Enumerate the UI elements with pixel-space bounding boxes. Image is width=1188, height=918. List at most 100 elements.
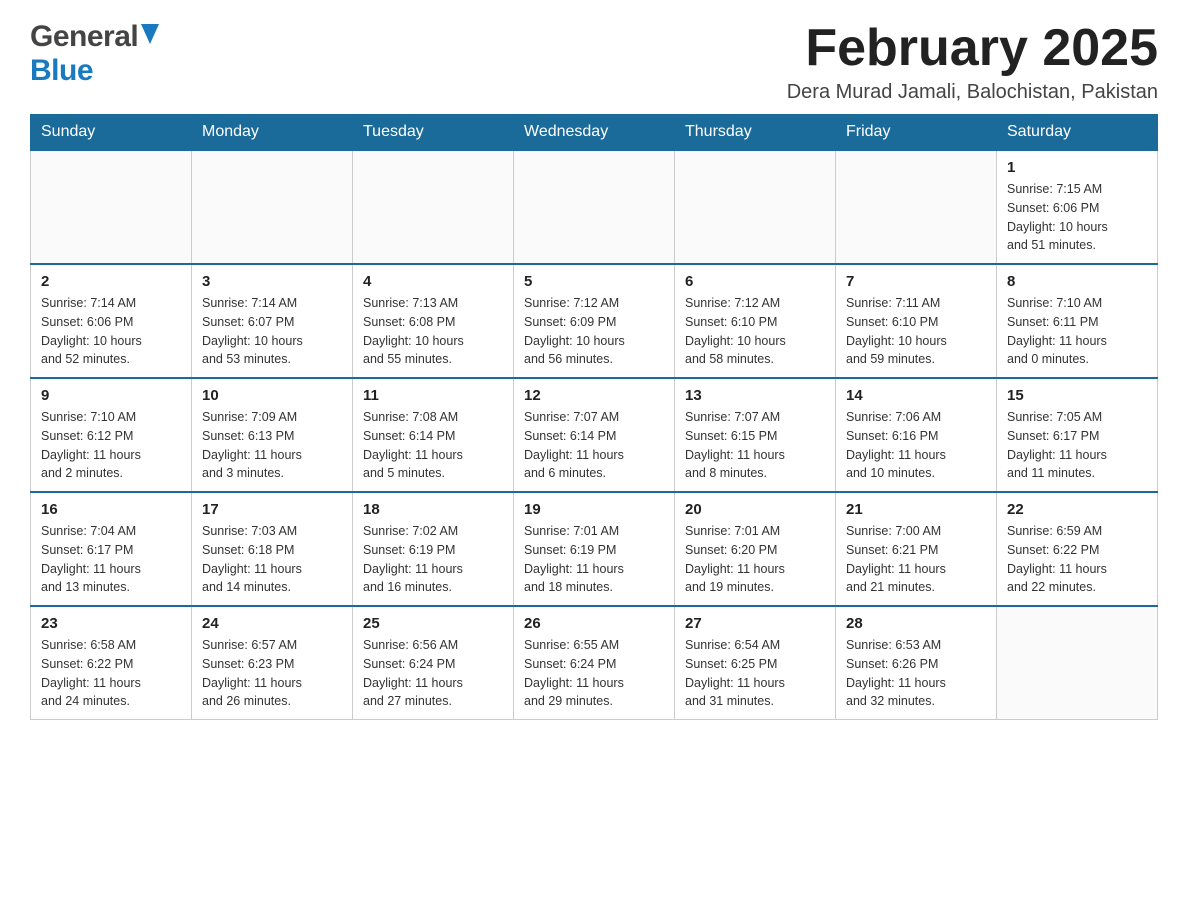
logo-blue: Blue: [30, 54, 93, 87]
day-info: Sunrise: 6:56 AM Sunset: 6:24 PM Dayligh…: [363, 636, 503, 711]
table-row: 12 Sunrise: 7:07 AM Sunset: 6:14 PM Dayli…: [514, 378, 675, 492]
day-number: 26: [524, 615, 664, 632]
table-row: [997, 606, 1158, 720]
day-number: 1: [1007, 159, 1147, 176]
table-row: 20Sunrise: 7:01 AM Sunset: 6:20 PM Dayli…: [675, 492, 836, 606]
header-wednesday: Wednesday: [514, 115, 675, 151]
calendar-week-row: 23 Sunrise: 6:58 AM Sunset: 6:22 PM Dayli…: [31, 606, 1158, 720]
day-number: 19: [524, 501, 664, 518]
day-info: Sunrise: 7:12 AM Sunset: 6:09 PM Dayligh…: [524, 294, 664, 369]
day-info: Sunrise: 7:10 AM Sunset: 6:11 PM Dayligh…: [1007, 294, 1147, 369]
day-info: Sunrise: 7:06 AM Sunset: 6:16 PM Dayligh…: [846, 408, 986, 483]
day-info: Sunrise: 7:07 AM Sunset: 6:15 PM Dayligh…: [685, 408, 825, 483]
day-number: 18: [363, 501, 503, 518]
day-number: 14: [846, 387, 986, 404]
day-info: Sunrise: 7:12 AM Sunset: 6:10 PM Dayligh…: [685, 294, 825, 369]
day-info: Sunrise: 7:07 AM Sunset: 6:14 PM Dayligh…: [524, 408, 664, 483]
table-row: 9Sunrise: 7:10 AM Sunset: 6:12 PM Daylig…: [31, 378, 192, 492]
day-number: 12: [524, 387, 664, 404]
calendar-table: Sunday Monday Tuesday Wednesday Thursday…: [30, 114, 1158, 720]
day-number: 3: [202, 273, 342, 290]
table-row: 21Sunrise: 7:00 AM Sunset: 6:21 PM Dayli…: [836, 492, 997, 606]
day-number: 28: [846, 615, 986, 632]
table-row: 26 Sunrise: 6:55 AM Sunset: 6:24 PM Dayli…: [514, 606, 675, 720]
day-number: 25: [363, 615, 503, 632]
day-info: Sunrise: 7:08 AM Sunset: 6:14 PM Dayligh…: [363, 408, 503, 483]
title-area: February 2025 Dera Murad Jamali, Balochi…: [787, 20, 1158, 104]
day-info: Sunrise: 7:02 AM Sunset: 6:19 PM Dayligh…: [363, 522, 503, 597]
header-thursday: Thursday: [675, 115, 836, 151]
table-row: 8 Sunrise: 7:10 AM Sunset: 6:11 PM Daylig…: [997, 264, 1158, 378]
table-row: [31, 150, 192, 264]
table-row: 25 Sunrise: 6:56 AM Sunset: 6:24 PM Dayli…: [353, 606, 514, 720]
table-row: [675, 150, 836, 264]
logo-general: General: [30, 20, 138, 54]
table-row: 27 Sunrise: 6:54 AM Sunset: 6:25 PM Dayli…: [675, 606, 836, 720]
day-number: 2: [41, 273, 181, 290]
day-number: 17: [202, 501, 342, 518]
table-row: 22 Sunrise: 6:59 AM Sunset: 6:22 PM Dayli…: [997, 492, 1158, 606]
day-info: Sunrise: 6:58 AM Sunset: 6:22 PM Dayligh…: [41, 636, 181, 711]
day-info: Sunrise: 7:11 AM Sunset: 6:10 PM Dayligh…: [846, 294, 986, 369]
header-saturday: Saturday: [997, 115, 1158, 151]
day-info: Sunrise: 7:15 AM Sunset: 6:06 PM Dayligh…: [1007, 180, 1147, 255]
logo: General Blue: [30, 20, 159, 88]
day-number: 13: [685, 387, 825, 404]
day-number: 6: [685, 273, 825, 290]
table-row: 15 Sunrise: 7:05 AM Sunset: 6:17 PM Dayli…: [997, 378, 1158, 492]
table-row: 6 Sunrise: 7:12 AM Sunset: 6:10 PM Daylig…: [675, 264, 836, 378]
table-row: 1 Sunrise: 7:15 AM Sunset: 6:06 PM Daylig…: [997, 150, 1158, 264]
day-info: Sunrise: 6:54 AM Sunset: 6:25 PM Dayligh…: [685, 636, 825, 711]
table-row: 23 Sunrise: 6:58 AM Sunset: 6:22 PM Dayli…: [31, 606, 192, 720]
table-row: 7 Sunrise: 7:11 AM Sunset: 6:10 PM Daylig…: [836, 264, 997, 378]
header-friday: Friday: [836, 115, 997, 151]
day-info: Sunrise: 7:05 AM Sunset: 6:17 PM Dayligh…: [1007, 408, 1147, 483]
table-row: 19Sunrise: 7:01 AM Sunset: 6:19 PM Dayli…: [514, 492, 675, 606]
table-row: 18 Sunrise: 7:02 AM Sunset: 6:19 PM Dayli…: [353, 492, 514, 606]
day-number: 15: [1007, 387, 1147, 404]
calendar-week-row: 9Sunrise: 7:10 AM Sunset: 6:12 PM Daylig…: [31, 378, 1158, 492]
table-row: 11 Sunrise: 7:08 AM Sunset: 6:14 PM Dayli…: [353, 378, 514, 492]
day-info: Sunrise: 6:55 AM Sunset: 6:24 PM Dayligh…: [524, 636, 664, 711]
table-row: 5 Sunrise: 7:12 AM Sunset: 6:09 PM Daylig…: [514, 264, 675, 378]
logo-triangle-icon: [141, 24, 159, 44]
table-row: 14 Sunrise: 7:06 AM Sunset: 6:16 PM Dayli…: [836, 378, 997, 492]
table-row: 28Sunrise: 6:53 AM Sunset: 6:26 PM Dayli…: [836, 606, 997, 720]
table-row: [836, 150, 997, 264]
header-sunday: Sunday: [31, 115, 192, 151]
calendar-week-row: 16Sunrise: 7:04 AM Sunset: 6:17 PM Dayli…: [31, 492, 1158, 606]
day-info: Sunrise: 7:03 AM Sunset: 6:18 PM Dayligh…: [202, 522, 342, 597]
day-number: 7: [846, 273, 986, 290]
table-row: 16Sunrise: 7:04 AM Sunset: 6:17 PM Dayli…: [31, 492, 192, 606]
table-row: 17 Sunrise: 7:03 AM Sunset: 6:18 PM Dayli…: [192, 492, 353, 606]
day-number: 24: [202, 615, 342, 632]
table-row: [514, 150, 675, 264]
day-info: Sunrise: 7:09 AM Sunset: 6:13 PM Dayligh…: [202, 408, 342, 483]
day-number: 27: [685, 615, 825, 632]
day-number: 20: [685, 501, 825, 518]
table-row: [353, 150, 514, 264]
calendar-header-row: Sunday Monday Tuesday Wednesday Thursday…: [31, 115, 1158, 151]
calendar-week-row: 2 Sunrise: 7:14 AM Sunset: 6:06 PM Daylig…: [31, 264, 1158, 378]
day-info: Sunrise: 7:14 AM Sunset: 6:07 PM Dayligh…: [202, 294, 342, 369]
day-number: 4: [363, 273, 503, 290]
day-number: 5: [524, 273, 664, 290]
day-number: 23: [41, 615, 181, 632]
day-number: 8: [1007, 273, 1147, 290]
table-row: 2 Sunrise: 7:14 AM Sunset: 6:06 PM Daylig…: [31, 264, 192, 378]
table-row: 10Sunrise: 7:09 AM Sunset: 6:13 PM Dayli…: [192, 378, 353, 492]
table-row: [192, 150, 353, 264]
header-tuesday: Tuesday: [353, 115, 514, 151]
day-info: Sunrise: 6:59 AM Sunset: 6:22 PM Dayligh…: [1007, 522, 1147, 597]
day-info: Sunrise: 7:00 AM Sunset: 6:21 PM Dayligh…: [846, 522, 986, 597]
day-number: 9: [41, 387, 181, 404]
table-row: 3 Sunrise: 7:14 AM Sunset: 6:07 PM Daylig…: [192, 264, 353, 378]
day-number: 11: [363, 387, 503, 404]
table-row: 24Sunrise: 6:57 AM Sunset: 6:23 PM Dayli…: [192, 606, 353, 720]
location-subtitle: Dera Murad Jamali, Balochistan, Pakistan: [787, 81, 1158, 104]
calendar-week-row: 1 Sunrise: 7:15 AM Sunset: 6:06 PM Daylig…: [31, 150, 1158, 264]
day-number: 16: [41, 501, 181, 518]
day-info: Sunrise: 7:14 AM Sunset: 6:06 PM Dayligh…: [41, 294, 181, 369]
header-monday: Monday: [192, 115, 353, 151]
day-number: 22: [1007, 501, 1147, 518]
